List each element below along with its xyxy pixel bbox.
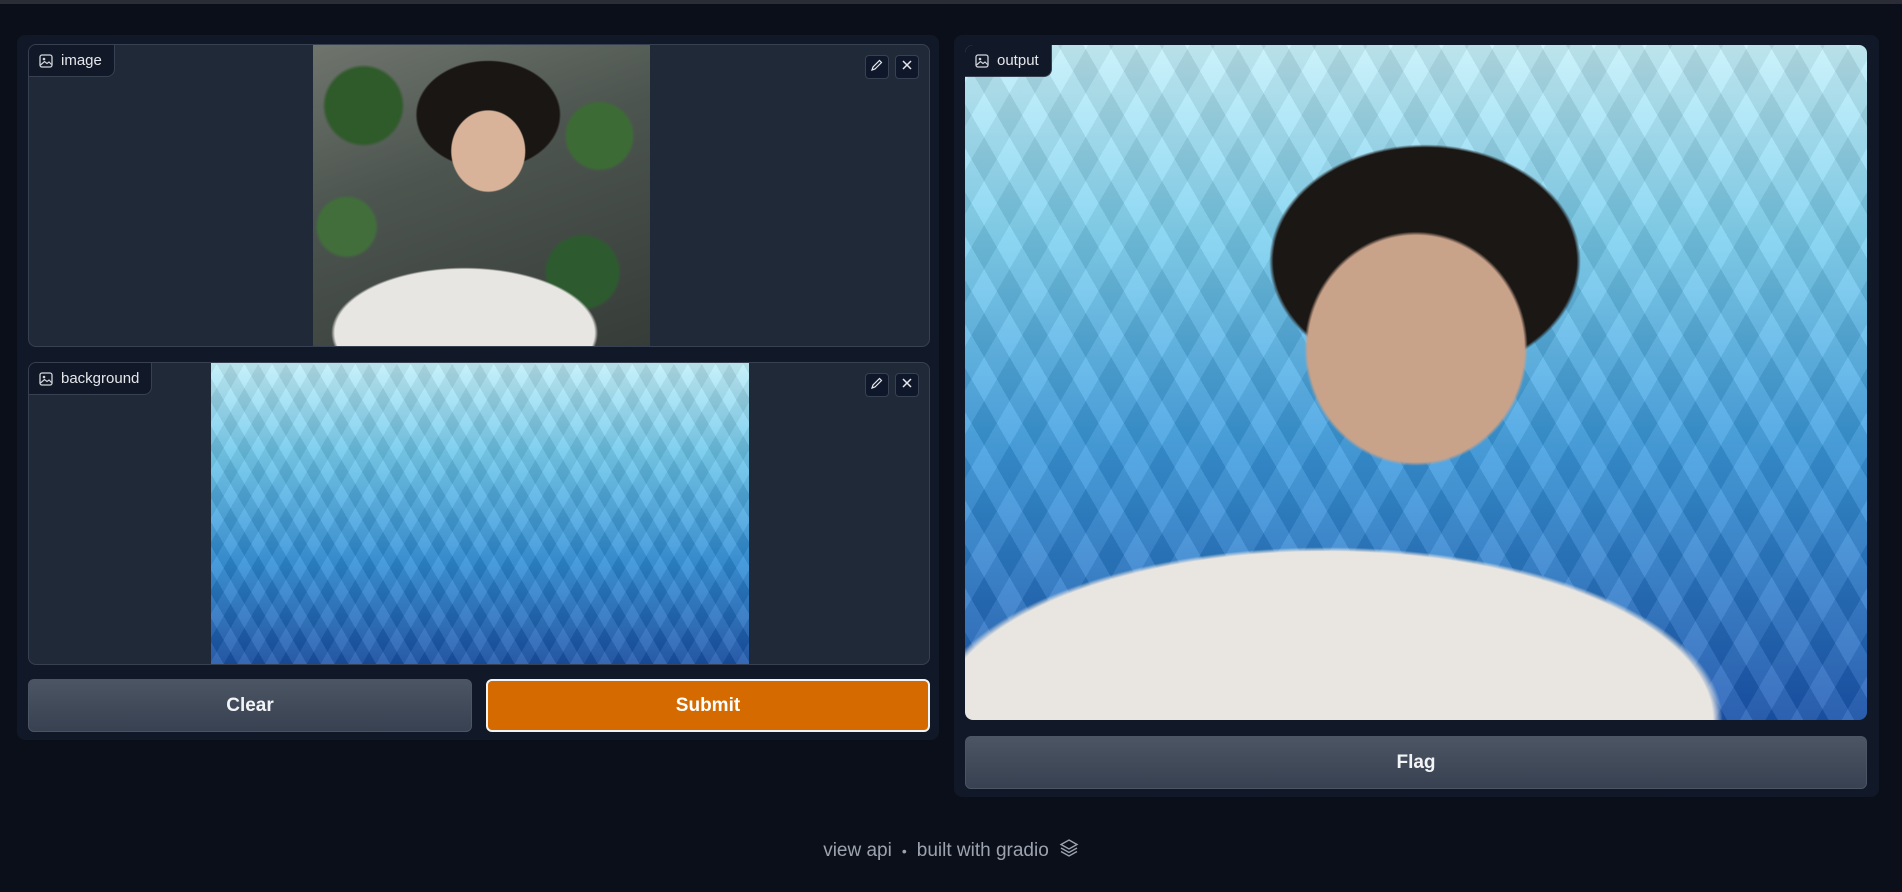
output-label: output (965, 45, 1052, 77)
footer: view api • built with gradio (0, 838, 1902, 864)
image-icon (39, 371, 53, 386)
clear-image-button[interactable] (895, 55, 919, 79)
edit-icon (870, 376, 884, 395)
gradio-logo-icon (1059, 838, 1079, 864)
close-icon (900, 58, 914, 77)
background-input-label: background (29, 363, 153, 395)
image-input[interactable]: image (28, 44, 930, 347)
output-label-text: output (997, 52, 1039, 69)
uploaded-background (211, 363, 749, 664)
output-image (965, 45, 1867, 720)
uploaded-image (313, 45, 650, 346)
image-input-label: image (29, 45, 115, 77)
input-panel: image background Clear Submit (17, 35, 939, 740)
flag-button[interactable]: Flag (965, 736, 1867, 789)
edit-icon (870, 58, 884, 77)
output-panel: output Flag (954, 35, 1879, 797)
close-icon (900, 376, 914, 395)
image-icon (39, 53, 53, 68)
background-label-text: background (61, 370, 140, 387)
clear-background-button[interactable] (895, 373, 919, 397)
top-border (0, 0, 1902, 4)
clear-button[interactable]: Clear (28, 679, 472, 732)
edit-image-button[interactable] (865, 55, 889, 79)
image-label-text: image (61, 52, 102, 69)
background-toolbar (865, 373, 919, 397)
edit-background-button[interactable] (865, 373, 889, 397)
view-api-link[interactable]: view api (823, 840, 892, 862)
footer-separator: • (901, 843, 907, 859)
image-toolbar (865, 55, 919, 79)
background-input[interactable]: background (28, 362, 930, 665)
submit-button[interactable]: Submit (486, 679, 930, 732)
built-with-gradio-link[interactable]: built with gradio (917, 840, 1049, 862)
image-icon (975, 53, 989, 68)
